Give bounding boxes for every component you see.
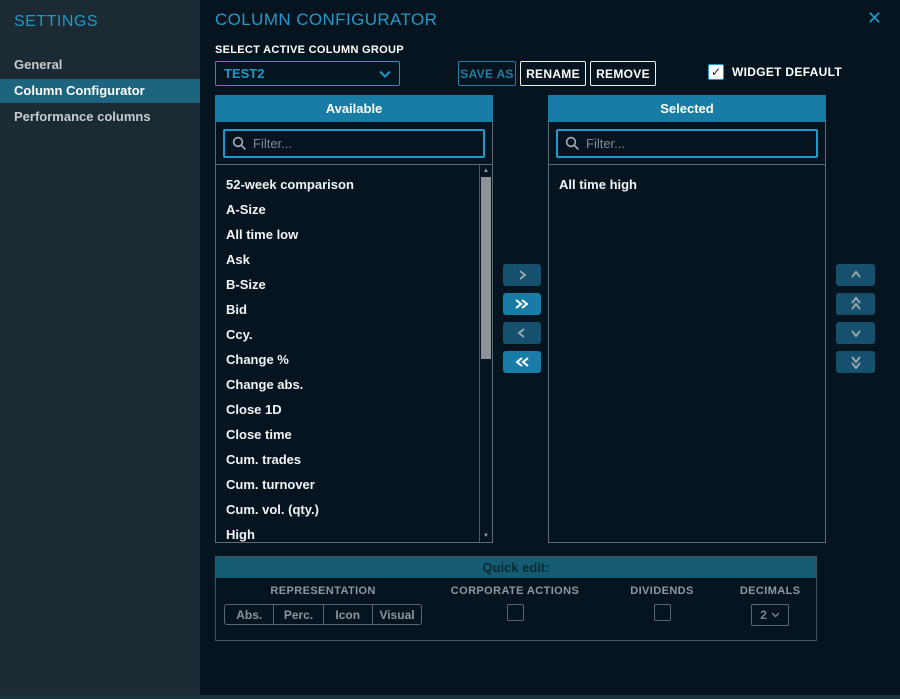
quick-edit-panel: Quick edit: REPRESENTATION Abs.Perc.Icon… [215, 556, 817, 641]
chevron-down-icon [850, 328, 862, 338]
sidebar-item[interactable]: Column Configurator [0, 79, 200, 103]
double-chevron-left-icon [514, 356, 530, 368]
scrollbar-up-icon[interactable]: ▲ [480, 168, 492, 174]
representation-option[interactable]: Icon [324, 605, 373, 624]
column-group-dropdown[interactable]: TEST2 [215, 61, 400, 86]
close-icon[interactable]: ✕ [867, 8, 882, 29]
corporate-actions-column: CORPORATE ACTIONS [430, 585, 599, 626]
sidebar-nav: GeneralColumn ConfiguratorPerformance co… [0, 53, 200, 129]
available-panel-body: 52-week comparisonA-SizeAll time lowAskB… [215, 122, 493, 543]
chevron-down-icon [771, 612, 780, 618]
remove-button[interactable]: REMOVE [590, 61, 656, 86]
available-filter-box [223, 129, 485, 158]
window-bottom-border [0, 695, 900, 699]
quick-edit-title: Quick edit: [216, 557, 816, 578]
chevron-down-icon [379, 70, 391, 78]
widget-default-checkbox[interactable]: ✓ [708, 64, 724, 80]
search-icon [232, 136, 247, 151]
move-right-button[interactable] [503, 264, 541, 286]
available-list-item[interactable]: Close 1D [216, 397, 492, 422]
quick-edit-content: REPRESENTATION Abs.Perc.IconVisual CORPO… [216, 578, 816, 626]
decimals-dropdown[interactable]: 2 [751, 604, 789, 626]
available-list-item[interactable]: B-Size [216, 272, 492, 297]
available-list-item[interactable]: High [216, 522, 492, 542]
chevron-right-icon [517, 269, 527, 281]
move-all-left-button[interactable] [503, 351, 541, 373]
widget-default-label: WIDGET DEFAULT [732, 65, 842, 79]
available-list-item[interactable]: Cum. vol. (qty.) [216, 497, 492, 522]
representation-label: REPRESENTATION [270, 585, 375, 597]
available-list-item[interactable]: Cum. turnover [216, 472, 492, 497]
move-top-button[interactable] [836, 293, 875, 315]
dividends-checkbox[interactable] [654, 604, 671, 621]
move-bottom-button[interactable] [836, 351, 875, 373]
double-chevron-right-icon [514, 298, 530, 310]
selected-list-item[interactable]: All time high [549, 172, 825, 197]
representation-option[interactable]: Visual [373, 605, 421, 624]
column-group-selected-value: TEST2 [224, 66, 264, 81]
selected-panel: Selected All time high [548, 95, 826, 543]
available-list-item[interactable]: Change % [216, 347, 492, 372]
decimals-column: DECIMALS 2 [724, 585, 816, 626]
available-scrollbar[interactable]: ▲ ▼ [479, 165, 492, 542]
page-title: COLUMN CONFIGURATOR [215, 10, 437, 30]
available-list-item[interactable]: Ccy. [216, 322, 492, 347]
scrollbar-thumb[interactable] [481, 177, 491, 359]
available-list-item[interactable]: Change abs. [216, 372, 492, 397]
column-lists-area: Available 52-week comparisonA-SizeAll ti… [215, 95, 900, 543]
dividends-column: DIVIDENDS [600, 585, 725, 626]
available-list-item[interactable]: A-Size [216, 197, 492, 222]
chevron-left-icon [517, 327, 527, 339]
double-chevron-up-icon [850, 296, 862, 312]
active-column-group-label: SELECT ACTIVE COLUMN GROUP [215, 44, 404, 56]
representation-column: REPRESENTATION Abs.Perc.IconVisual [216, 585, 430, 626]
move-down-button[interactable] [836, 322, 875, 344]
move-up-button[interactable] [836, 264, 875, 286]
available-list-item[interactable]: All time low [216, 222, 492, 247]
representation-segmented-control: Abs.Perc.IconVisual [224, 604, 422, 625]
scrollbar-down-icon[interactable]: ▼ [480, 533, 492, 539]
move-all-right-button[interactable] [503, 293, 541, 315]
available-list-item[interactable]: 52-week comparison [216, 172, 492, 197]
widget-default-toggle[interactable]: ✓ WIDGET DEFAULT [708, 64, 842, 80]
sidebar-title: SETTINGS [0, 0, 200, 31]
dividends-label: DIVIDENDS [630, 585, 694, 597]
representation-option[interactable]: Perc. [274, 605, 323, 624]
settings-sidebar: SETTINGS GeneralColumn ConfiguratorPerfo… [0, 0, 200, 695]
sidebar-item[interactable]: General [0, 53, 200, 77]
available-panel: Available 52-week comparisonA-SizeAll ti… [215, 95, 493, 543]
sidebar-item[interactable]: Performance columns [0, 105, 200, 129]
decimals-label: DECIMALS [740, 585, 801, 597]
representation-option[interactable]: Abs. [225, 605, 274, 624]
corporate-actions-label: CORPORATE ACTIONS [451, 585, 579, 597]
selected-panel-body: All time high [548, 122, 826, 543]
available-list-item[interactable]: Cum. trades [216, 447, 492, 472]
selected-panel-header: Selected [548, 95, 826, 122]
selected-filter-input[interactable] [586, 136, 809, 151]
save-as-button[interactable]: SAVE AS [458, 61, 516, 86]
double-chevron-down-icon [850, 354, 862, 370]
move-left-button[interactable] [503, 322, 541, 344]
available-list: 52-week comparisonA-SizeAll time lowAskB… [216, 165, 492, 542]
selected-filter-box [556, 129, 818, 158]
decimals-value: 2 [760, 608, 767, 622]
rename-button[interactable]: RENAME [520, 61, 586, 86]
available-list-item[interactable]: Ask [216, 247, 492, 272]
selected-filter-row [549, 122, 825, 165]
column-configurator-panel: COLUMN CONFIGURATOR ✕ SELECT ACTIVE COLU… [200, 0, 900, 695]
search-icon [565, 136, 580, 151]
available-filter-row [216, 122, 492, 165]
corporate-actions-checkbox[interactable] [507, 604, 524, 621]
available-list-item[interactable]: Close time [216, 422, 492, 447]
available-panel-header: Available [215, 95, 493, 122]
available-list-item[interactable]: Bid [216, 297, 492, 322]
available-filter-input[interactable] [253, 136, 476, 151]
settings-window: SETTINGS GeneralColumn ConfiguratorPerfo… [0, 0, 900, 699]
selected-list: All time high [549, 165, 825, 542]
chevron-up-icon [850, 270, 862, 280]
